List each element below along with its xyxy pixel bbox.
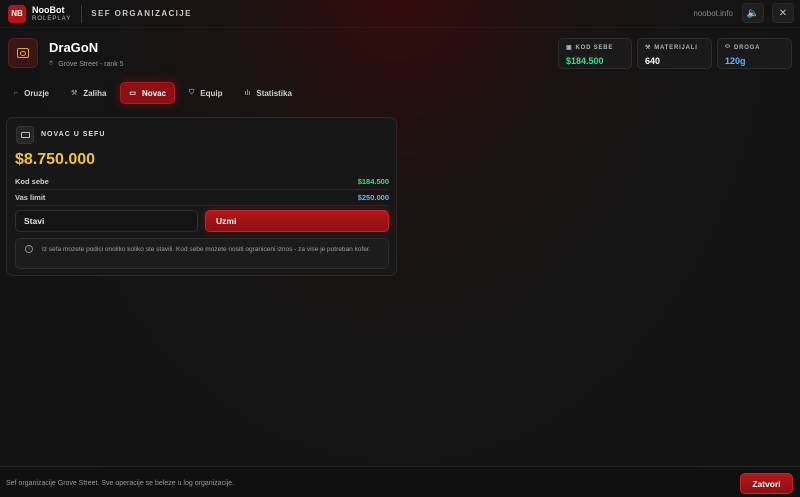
panel-title: NOVAC U SEFU [41, 131, 106, 138]
tab-bar: ⌐ Oruzje ⚒ Zaliha ▭ Novac ⛉ Equip ılı Statist… [6, 82, 300, 104]
tab-label: Equip [200, 88, 223, 98]
bar-chart-icon: ılı [244, 89, 251, 97]
avatar [8, 38, 38, 68]
tab-statistika[interactable]: ılı Statistika [237, 82, 300, 104]
cash-icon: ▭ [129, 90, 137, 97]
site-link[interactable]: noobot.info [693, 9, 733, 18]
cash-icon [16, 126, 34, 144]
tab-label: Statistika [256, 88, 292, 98]
speaker-icon: 🔈 [746, 7, 760, 19]
close-dialog-button[interactable]: Zatvori [740, 473, 793, 494]
top-bar: NB NooBot ROLEPLAY SEF ORGANIZACIJE [0, 0, 800, 28]
row-kod-sebe: Kod sebe $184.500 [15, 177, 389, 186]
close-button[interactable]: ✕ [772, 3, 794, 23]
brand-subtitle: ROLEPLAY [32, 15, 72, 22]
location-pin-icon: ⌾ [49, 60, 54, 67]
row-label: Kod sebe [15, 177, 49, 186]
divider [81, 4, 83, 23]
tab-label: Novac [142, 88, 167, 98]
brand-name: NooBot [32, 4, 65, 15]
shield-icon: ⛉ [189, 89, 195, 96]
row-label: Vas limit [15, 193, 46, 202]
withdraw-button[interactable]: Uzmi [205, 210, 389, 232]
row-value: $184.500 [357, 177, 389, 186]
stat-label: KOD SEBE [575, 44, 614, 51]
location-text: Grove Street - rank 5 [58, 60, 124, 68]
id-card-icon [17, 48, 29, 58]
tab-label: Zaliha [83, 88, 107, 98]
hammer-icon: ⚒ [645, 45, 652, 51]
safe-cash-panel: NOVAC U SEFU $8.750.000 Kod sebe $184.50… [6, 117, 397, 276]
tab-novac[interactable]: ▭ Novac [120, 82, 176, 104]
stat-value: 640 [645, 56, 661, 66]
info-note: i Iz sefa mozete podici onoliko koliko s… [15, 238, 389, 269]
stat-card-droga: ⬭ DROGA 120g [717, 38, 792, 69]
logo-badge: NB [8, 4, 26, 23]
wallet-icon: ▣ [566, 45, 573, 51]
tab-oruzje[interactable]: ⌐ Oruzje [6, 82, 57, 104]
tab-zaliha[interactable]: ⚒ Zaliha [63, 82, 114, 104]
brand: NooBot ROLEPLAY [32, 4, 72, 22]
player-name: DraGoN [49, 40, 99, 55]
note-text: Iz sefa mozete podici onoliko koliko ste… [42, 246, 371, 253]
stat-value: 120g [725, 56, 746, 66]
footer: Sef organizacije Grove Street. Sve opera… [0, 466, 800, 497]
wrench-icon: ⚒ [71, 90, 78, 97]
stat-value: $184.500 [566, 56, 604, 66]
page-title: SEF ORGANIZACIJE [91, 9, 192, 18]
row-value: $250.000 [357, 193, 389, 202]
stat-card-materijali: ⚒ MATERIJALI 640 [637, 38, 712, 69]
tab-equip[interactable]: ⛉ Equip [181, 82, 230, 104]
gun-icon: ⌐ [14, 89, 19, 97]
footer-text: Sef organizacije Grove Street. Sve opera… [6, 480, 235, 487]
player-location: ⌾ Grove Street - rank 5 [49, 60, 124, 68]
pill-icon: ⬭ [725, 44, 731, 50]
sound-button[interactable]: 🔈 [742, 3, 764, 23]
stat-card-kod-sebe: ▣ KOD SEBE $184.500 [558, 38, 632, 69]
safe-balance: $8.750.000 [15, 151, 96, 168]
divider [15, 189, 389, 190]
stat-label: MATERIJALI [654, 44, 698, 51]
stat-label: DROGA [733, 44, 761, 51]
close-icon: ✕ [778, 7, 788, 19]
tab-label: Oruzje [24, 88, 49, 98]
deposit-button[interactable]: Stavi [15, 210, 198, 232]
row-vas-limit: Vas limit $250.000 [15, 193, 389, 202]
divider [15, 205, 389, 206]
info-icon: i [25, 245, 33, 253]
